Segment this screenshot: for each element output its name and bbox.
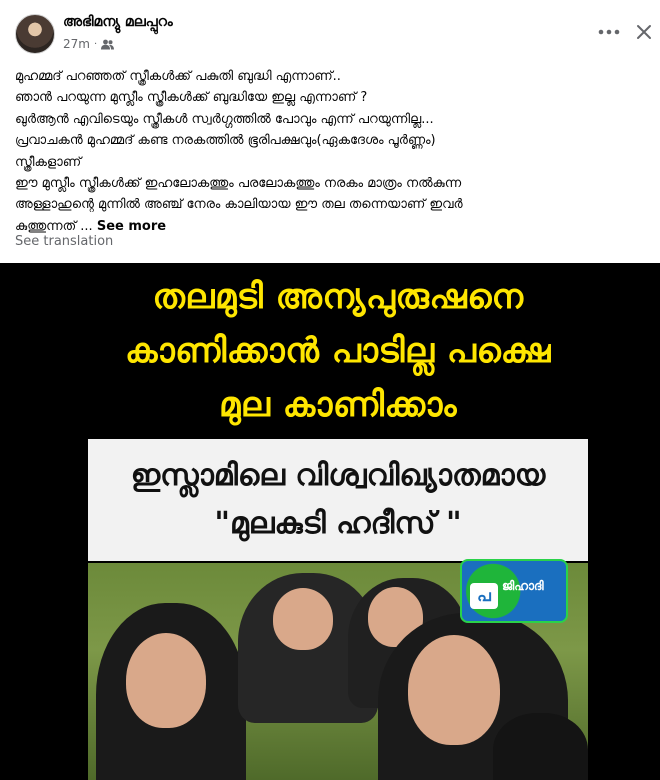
post-timestamp[interactable]: 27m <box>63 37 90 51</box>
logo-mark: പ <box>470 583 498 609</box>
poster-subtitle-band: ഇസ്ലാമിലെ വിശ്വവിഖ്യാതമായ "മുലകുടി ഹദീസ്… <box>88 439 588 561</box>
post-text-line: ഖുർആൻ എവിടെയും സ്ത്രീകൾ സ്വർഗ്ഗത്തിൽ പോവ… <box>15 111 434 127</box>
close-button[interactable] <box>630 18 658 46</box>
see-translation-link[interactable]: See translation <box>15 234 113 249</box>
post-image[interactable]: തലമുടി അന്യപുരുഷനെ കാണിക്കാൻ പാടില്ല പക്… <box>0 263 660 780</box>
friends-icon[interactable] <box>101 39 115 50</box>
see-more-link[interactable]: See more <box>97 219 166 234</box>
post-text-line: കുത്തുന്നത് ... <box>15 218 93 234</box>
photo-face <box>126 633 206 728</box>
meta-separator: · <box>93 38 98 50</box>
post-body: മുഹമ്മദ് പറഞ്ഞത് സ്ത്രീകൾക്ക് പകുതി ബുദ്… <box>15 66 655 237</box>
channel-logo: പ ജിഹാദി <box>460 559 568 623</box>
post-header: അഭിമന്യു മലപ്പുറം 27m · <box>0 0 660 62</box>
poster-headline-line: മുല കാണിക്കാം <box>218 385 458 425</box>
poster-subtitle-line: ഇസ്ലാമിലെ വിശ്വവിഖ്യാതമായ <box>130 458 546 493</box>
post-text-line: മുഹമ്മദ് പറഞ്ഞത് സ്ത്രീകൾക്ക് പകുതി ബുദ്… <box>15 69 341 84</box>
more-options-button[interactable] <box>591 20 627 44</box>
photo-face <box>408 635 500 745</box>
post-meta: 27m · <box>63 37 115 51</box>
poster-headline: തലമുടി അന്യപുരുഷനെ കാണിക്കാൻ പാടില്ല പക്… <box>88 263 588 439</box>
post-text-line: ഈ മുസ്ലീം സ്ത്രീകൾക്ക് ഇഹലോകത്തും പരലോകത… <box>15 176 462 192</box>
close-icon <box>637 25 651 39</box>
poster-headline-line: തലമുടി അന്യപുരുഷനെ <box>152 277 524 317</box>
logo-text: ജിഹാദി <box>502 579 544 593</box>
post-text-line: സ്ത്രീകളാണ് <box>15 154 82 170</box>
author-avatar[interactable] <box>15 14 55 54</box>
photo-face <box>273 588 333 650</box>
poster-headline-line: കാണിക്കാൻ പാടില്ല പക്ഷെ <box>125 331 551 371</box>
poster-subtitle-line: "മുലകുടി ഹദീസ് " <box>214 506 462 541</box>
post-text-line: പ്രവാചകൻ മുഹമ്മദ് കണ്ട നരകത്തിൽ ഭൂരിപക്ഷ… <box>15 133 436 149</box>
author-name[interactable]: അഭിമന്യു മലപ്പുറം <box>63 14 173 30</box>
poster-image: തലമുടി അന്യപുരുഷനെ കാണിക്കാൻ പാടില്ല പക്… <box>88 263 588 780</box>
more-dots-icon <box>598 29 620 35</box>
post-text-line: അള്ളാഹുന്റെ മുന്നിൽ അഞ്ച് നേരം കാലിയായ ഈ… <box>15 197 463 213</box>
post-text-line: ഞാൻ പറയുന്ന മുസ്ലീം സ്ത്രീകൾക്ക് ബുദ്ധിയ… <box>15 90 368 106</box>
photo-figure <box>493 713 588 780</box>
